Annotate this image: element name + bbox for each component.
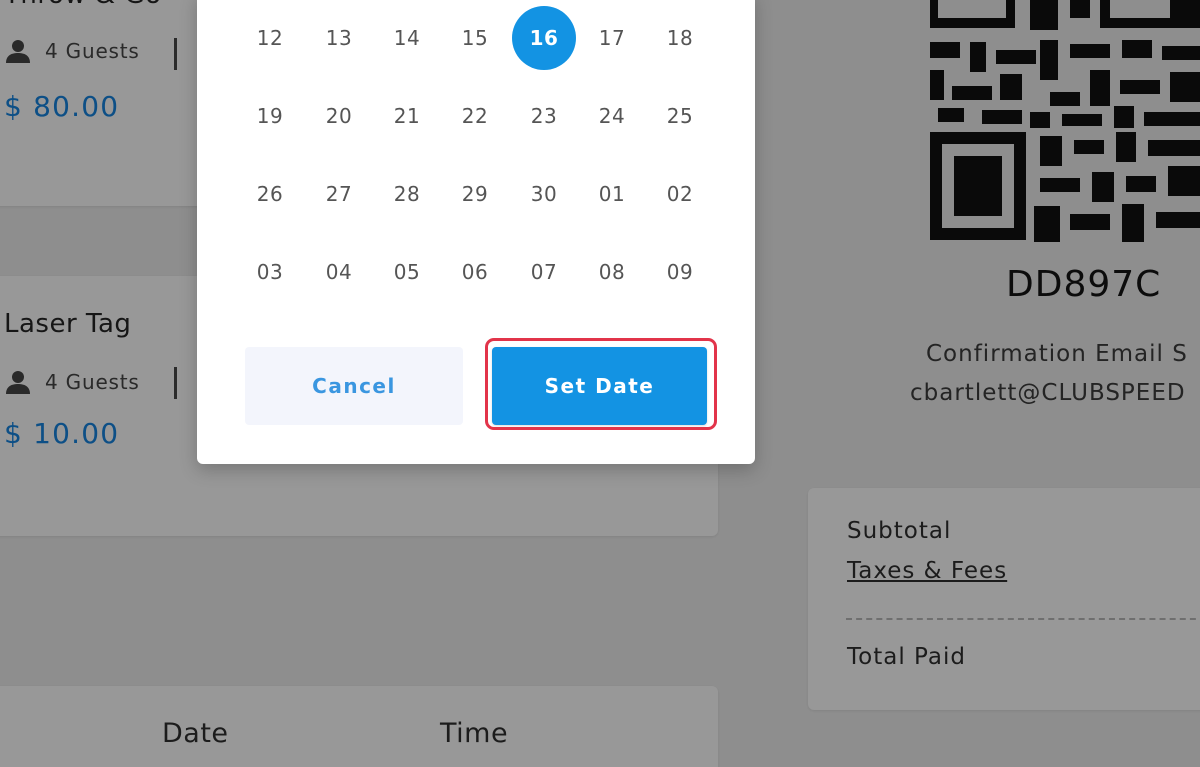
- divider: [174, 367, 177, 399]
- calendar-day[interactable]: 27: [307, 162, 371, 226]
- time-column-header: Time: [440, 718, 509, 749]
- guest-count: 4 Guests: [4, 369, 140, 395]
- order-summary-card: Subtotal Taxes & Fees Total Paid: [808, 488, 1200, 710]
- calendar-day[interactable]: 13: [307, 6, 371, 70]
- calendar-day[interactable]: 01: [580, 162, 644, 226]
- confirmation-email-label: Confirmation Email S: [926, 341, 1188, 367]
- calendar-day[interactable]: 15: [443, 6, 507, 70]
- calendar-day-selected[interactable]: 16: [512, 6, 576, 70]
- calendar-day[interactable]: 05: [375, 240, 439, 304]
- divider: [174, 38, 177, 70]
- calendar-day[interactable]: 26: [238, 162, 302, 226]
- taxes-fees-link[interactable]: Taxes & Fees: [847, 558, 1007, 584]
- booking-title: Laser Tag: [4, 309, 132, 339]
- calendar-day[interactable]: 22: [443, 84, 507, 148]
- schedule-card: Date Time: [0, 686, 718, 767]
- total-paid-label: Total Paid: [847, 644, 966, 670]
- set-date-highlight: [485, 338, 717, 430]
- calendar-day[interactable]: 30: [512, 162, 576, 226]
- app-viewport: Throw & Go 4 Guests $ 80.00 Laser Tag 4 …: [0, 0, 1200, 767]
- calendar-day[interactable]: 19: [238, 84, 302, 148]
- booking-price: $ 80.00: [4, 90, 120, 123]
- calendar-day[interactable]: 25: [648, 84, 712, 148]
- calendar-day[interactable]: 06: [443, 240, 507, 304]
- guest-count-label: 4 Guests: [45, 370, 140, 394]
- summary-divider: [846, 618, 1200, 620]
- person-icon: [4, 369, 32, 395]
- calendar-day[interactable]: 29: [443, 162, 507, 226]
- date-column-header: Date: [162, 718, 229, 749]
- calendar-day[interactable]: 23: [512, 84, 576, 148]
- calendar-day[interactable]: 21: [375, 84, 439, 148]
- booking-card: Throw & Go 4 Guests $ 80.00: [0, 0, 220, 206]
- calendar-day[interactable]: 03: [238, 240, 302, 304]
- calendar-day[interactable]: 20: [307, 84, 371, 148]
- guest-count-label: 4 Guests: [45, 39, 140, 63]
- booking-price: $ 10.00: [4, 417, 120, 450]
- calendar-day[interactable]: 28: [375, 162, 439, 226]
- booking-title: Throw & Go: [4, 0, 162, 10]
- guest-count: 4 Guests: [4, 38, 140, 64]
- confirmation-code: DD897C: [1006, 264, 1162, 305]
- calendar-day[interactable]: 07: [512, 240, 576, 304]
- calendar-day[interactable]: 08: [580, 240, 644, 304]
- cancel-button[interactable]: Cancel: [245, 347, 463, 425]
- calendar-day[interactable]: 09: [648, 240, 712, 304]
- calendar-day[interactable]: 12: [238, 6, 302, 70]
- calendar-day[interactable]: 24: [580, 84, 644, 148]
- calendar-day[interactable]: 02: [648, 162, 712, 226]
- calendar-day[interactable]: 17: [580, 6, 644, 70]
- confirmation-email: cbartlett@CLUBSPEED: [910, 380, 1186, 406]
- person-icon: [4, 38, 32, 64]
- calendar-day[interactable]: 04: [307, 240, 371, 304]
- calendar-day[interactable]: 14: [375, 6, 439, 70]
- subtotal-label: Subtotal: [847, 518, 952, 544]
- qr-code-image: [930, 0, 1200, 242]
- calendar-day[interactable]: 18: [648, 6, 712, 70]
